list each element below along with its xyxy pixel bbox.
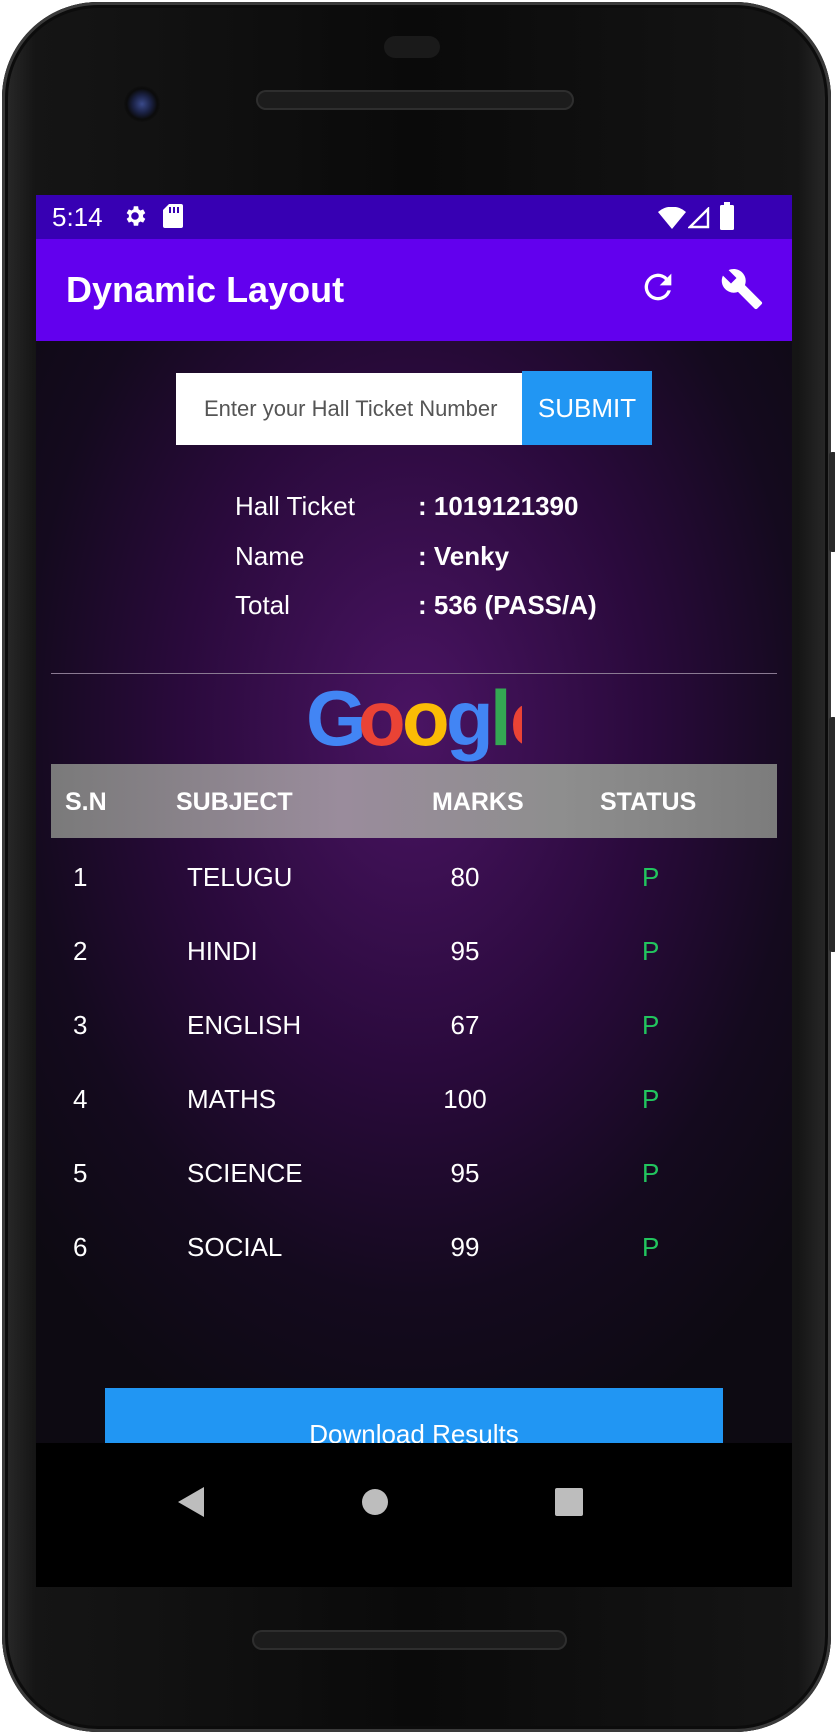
hall-ticket-input[interactable] xyxy=(176,373,522,445)
gear-icon xyxy=(122,203,148,236)
cell-status: P xyxy=(642,1010,660,1040)
cell-marks: 95 xyxy=(450,936,480,966)
table-row: 4 MATHS 100 P xyxy=(51,1060,777,1134)
submit-button[interactable]: SUBMIT xyxy=(522,371,652,445)
header-sn: S.N xyxy=(65,788,107,816)
info-value: : Venky xyxy=(418,541,510,571)
proximity-sensor xyxy=(384,36,440,58)
battery-icon xyxy=(720,202,734,237)
volume-rocker xyxy=(829,717,835,952)
cell-marks: 67 xyxy=(450,1010,480,1040)
cell-status: P xyxy=(642,862,660,892)
header-marks: MARKS xyxy=(432,788,524,816)
results-table: S.N SUBJECT MARKS STATUS 1 TELUGU 80 P 2… xyxy=(51,764,777,1282)
cell-marks: 100 xyxy=(443,1084,487,1114)
header-status: STATUS xyxy=(600,788,697,816)
table-row: 3 ENGLISH 67 P xyxy=(51,986,777,1060)
cell-sn: 6 xyxy=(73,1232,88,1262)
cell-marks: 80 xyxy=(450,862,480,892)
cell-status: P xyxy=(642,1158,660,1188)
home-icon[interactable] xyxy=(361,1488,389,1521)
logo-letter: o xyxy=(402,681,450,762)
status-bar: 5:14 xyxy=(36,195,792,239)
divider xyxy=(51,673,777,674)
cell-subject: MATHS xyxy=(187,1084,277,1114)
cell-sn: 5 xyxy=(73,1158,88,1188)
cell-subject: SCIENCE xyxy=(187,1158,303,1188)
cell-subject: ENGLISH xyxy=(187,1010,302,1040)
front-camera xyxy=(124,86,160,122)
info-label: Total xyxy=(235,590,290,620)
cell-status: P xyxy=(642,1084,660,1114)
cell-sn: 2 xyxy=(73,936,88,966)
table-header: S.N SUBJECT MARKS STATUS xyxy=(51,764,777,838)
cell-sn: 4 xyxy=(73,1084,88,1114)
navigation-bar xyxy=(36,1443,792,1587)
content-area: SUBMIT Hall Ticket : 1019121390 Name : V… xyxy=(36,341,792,1443)
status-time: 5:14 xyxy=(52,202,103,232)
table-row: 5 SCIENCE 95 P xyxy=(51,1134,777,1208)
signal-icon xyxy=(687,205,710,236)
cell-subject: HINDI xyxy=(187,936,258,966)
wifi-icon xyxy=(658,205,686,236)
sd-card-icon xyxy=(162,203,184,236)
wrench-icon[interactable] xyxy=(720,267,764,316)
cell-status: P xyxy=(642,1232,660,1262)
power-button xyxy=(829,452,835,552)
info-value: : 1019121390 xyxy=(418,491,579,521)
cell-sn: 1 xyxy=(73,862,88,892)
recents-icon[interactable] xyxy=(555,1488,583,1521)
back-icon[interactable] xyxy=(178,1487,204,1522)
cell-marks: 95 xyxy=(450,1158,480,1188)
app-title: Dynamic Layout xyxy=(66,269,345,310)
logo-letter: l xyxy=(490,681,512,762)
info-label: Hall Ticket xyxy=(235,491,355,521)
cell-subject: SOCIAL xyxy=(187,1232,283,1262)
earpiece-speaker xyxy=(256,90,574,110)
table-row: 6 SOCIAL 99 P xyxy=(51,1208,777,1282)
app-bar: Dynamic Layout xyxy=(36,239,792,341)
info-label: Name xyxy=(235,541,305,571)
header-subject: SUBJECT xyxy=(176,788,293,816)
screen: 5:14 Dynamic Layout SUBMIT Hall Tick xyxy=(36,195,792,1587)
bottom-speaker xyxy=(252,1630,567,1650)
cell-status: P xyxy=(642,936,660,966)
cell-subject: TELUGU xyxy=(187,862,293,892)
logo-letter: o xyxy=(358,681,406,762)
logo-letter: g xyxy=(446,681,494,762)
logo-letter: e xyxy=(510,681,522,762)
google-logo: Google xyxy=(306,681,522,762)
info-value: : 536 (PASS/A) xyxy=(418,590,597,620)
cell-sn: 3 xyxy=(73,1010,88,1040)
cell-marks: 99 xyxy=(450,1232,480,1262)
refresh-icon[interactable] xyxy=(638,267,678,312)
table-row: 2 HINDI 95 P xyxy=(51,912,777,986)
table-row: 1 TELUGU 80 P xyxy=(51,838,777,912)
